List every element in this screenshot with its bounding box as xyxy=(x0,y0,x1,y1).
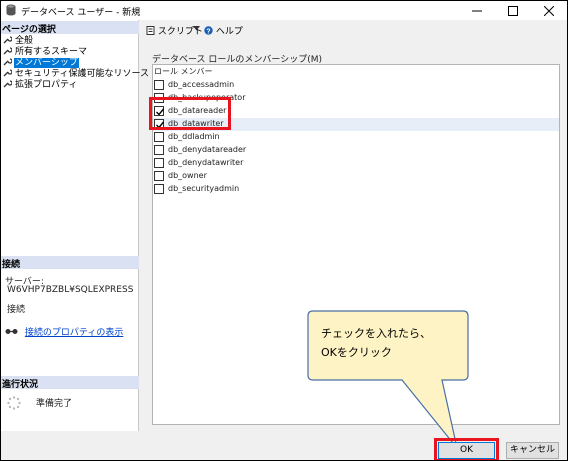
sidebar-item-membership[interactable]: メンバーシップ xyxy=(3,57,80,69)
role-name: db_ddladmin xyxy=(168,132,220,141)
progress-status: 準備完了 xyxy=(36,399,73,409)
connection-header: 接続 xyxy=(1,256,139,270)
connection-properties-link[interactable]: 接続のプロパティの表示 xyxy=(25,328,123,338)
checkmark-icon xyxy=(156,121,165,129)
role-column-header: ロール メンバー xyxy=(154,67,213,76)
role-name: db_datawriter xyxy=(168,119,224,128)
role-row[interactable]: db_datawriter xyxy=(153,118,559,131)
role-row[interactable]: db_securityadmin xyxy=(153,183,559,196)
role-row[interactable]: db_datareader xyxy=(153,105,559,118)
role-name: db_securityadmin xyxy=(168,184,240,193)
role-name: db_datareader xyxy=(168,106,227,115)
progress-header: 進行状況 xyxy=(1,376,139,390)
role-checkbox[interactable] xyxy=(154,93,164,103)
sidebar-item-label: 全般 xyxy=(15,36,34,46)
sidebar-item-securables[interactable]: セキュリティ保護可能なリソース xyxy=(3,68,150,79)
role-name: db_accessadmin xyxy=(168,80,235,89)
title-bar: データベース ユーザー - 新規 xyxy=(1,1,567,20)
sidebar-item-label: 拡張プロパティ xyxy=(15,80,78,90)
dialog-window: データベース ユーザー - 新規 ページの選択 全般 所有するスキーマ メンバー… xyxy=(0,0,568,461)
role-name: db_owner xyxy=(168,171,207,180)
role-checkbox[interactable] xyxy=(154,171,164,181)
connection-icon xyxy=(5,329,18,334)
sidebar-item-label: メンバーシップ xyxy=(13,57,80,69)
role-checkbox[interactable] xyxy=(154,145,164,155)
sidebar-item-label: セキュリティ保護可能なリソース xyxy=(15,69,150,79)
chevron-down-icon xyxy=(193,26,200,31)
role-row[interactable]: db_denydatawriter xyxy=(153,157,559,170)
close-icon xyxy=(544,6,554,16)
cancel-button[interactable]: キャンセル xyxy=(506,442,559,459)
instruction-callout: チェックを入れたら、 OKをクリック xyxy=(307,310,469,455)
left-panel: ページの選択 全般 所有するスキーマ メンバーシップ セキュリティ保護可能なリソ… xyxy=(1,20,149,431)
window-title: データベース ユーザー - 新規 xyxy=(21,8,141,18)
sidebar-item-owned-schemas[interactable]: 所有するスキーマ xyxy=(3,46,88,57)
wrench-icon xyxy=(3,69,13,77)
role-checkbox[interactable] xyxy=(154,119,165,129)
role-row[interactable]: db_accessadmin xyxy=(153,79,559,92)
callout-text: チェックを入れたら、 OKをクリック xyxy=(321,327,431,359)
role-checkbox[interactable] xyxy=(154,132,164,142)
page-select-header: ページの選択 xyxy=(1,21,139,35)
role-checkbox[interactable] xyxy=(154,184,164,194)
role-name: db_denydatareader xyxy=(168,145,247,154)
connection-properties-row: 接続のプロパティの表示 xyxy=(5,325,123,338)
database-icon xyxy=(6,4,16,19)
sidebar-item-extended-properties[interactable]: 拡張プロパティ xyxy=(3,79,78,90)
wrench-icon xyxy=(3,36,13,44)
role-checkbox[interactable] xyxy=(154,158,164,168)
role-row[interactable]: db_denydatareader xyxy=(153,144,559,157)
close-button[interactable] xyxy=(531,1,567,20)
connection-label: 接続 xyxy=(7,305,26,315)
sidebar-item-label: 所有するスキーマ xyxy=(15,47,88,57)
help-label: ヘルプ xyxy=(215,27,243,37)
role-row[interactable]: db_ddladmin xyxy=(153,131,559,144)
help-button[interactable]: ? ヘルプ xyxy=(204,24,243,37)
role-name: db_backupoperator xyxy=(168,93,246,102)
role-checkbox[interactable] xyxy=(154,80,164,90)
sidebar-item-general[interactable]: 全般 xyxy=(3,35,34,46)
toolbar: スクリプト ? ヘルプ xyxy=(141,22,561,38)
maximize-button[interactable] xyxy=(495,1,531,20)
wrench-icon xyxy=(3,80,13,88)
maximize-icon xyxy=(508,6,518,16)
checkmark-icon xyxy=(156,108,165,116)
script-dropdown-button[interactable] xyxy=(193,24,200,34)
minimize-icon xyxy=(472,10,482,12)
ok-button[interactable]: OK xyxy=(438,442,495,459)
svg-text:?: ? xyxy=(206,28,210,35)
server-value: W6VHP7BZBL¥SQLEXPRESS xyxy=(7,285,134,295)
minimize-button[interactable] xyxy=(459,1,495,20)
wrench-icon xyxy=(3,58,13,66)
script-icon xyxy=(146,26,155,35)
progress-spinner-icon xyxy=(7,396,21,413)
help-icon: ? xyxy=(204,26,213,35)
role-checkbox[interactable] xyxy=(154,106,165,116)
role-row[interactable]: db_owner xyxy=(153,170,559,183)
role-name: db_denydatawriter xyxy=(168,158,244,167)
wrench-icon xyxy=(3,47,13,55)
role-row[interactable]: db_backupoperator xyxy=(153,92,559,105)
